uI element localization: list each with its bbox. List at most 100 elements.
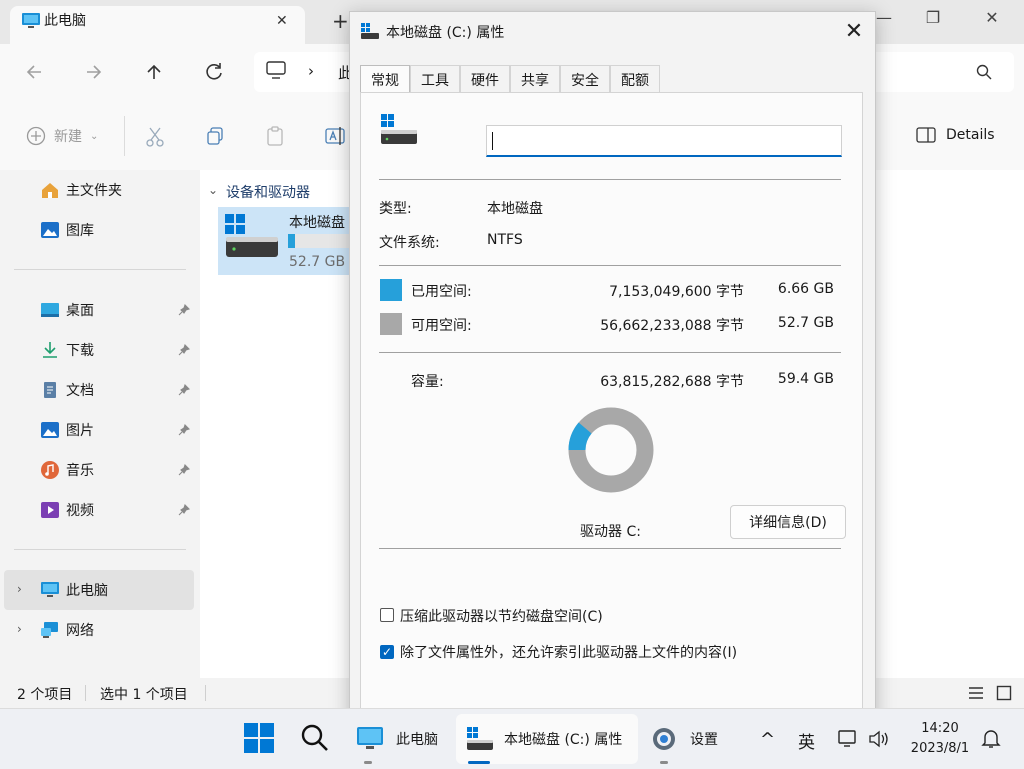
dialog-title: 本地磁盘 (C:) 属性 [386, 25, 505, 41]
tab-tools[interactable]: 工具 [410, 65, 460, 93]
details-pane-button[interactable]: Details [916, 126, 995, 144]
active-indicator [468, 761, 490, 764]
capacity-label: 容量: [411, 374, 444, 390]
taskbar-item-properties[interactable]: 本地磁盘 (C:) 属性 [466, 719, 622, 759]
pin-icon[interactable] [178, 504, 190, 516]
tab-close-icon[interactable]: ✕ [276, 13, 288, 29]
network-status-icon[interactable] [838, 729, 860, 749]
tab-quota[interactable]: 配额 [610, 65, 660, 93]
cut-icon[interactable] [145, 126, 165, 148]
used-space-label: 已用空间: [411, 284, 472, 300]
nav-item-this-pc[interactable]: 此电脑 [40, 578, 108, 602]
donut-free-segment [568, 407, 654, 493]
capacity-gb: 59.4 GB [777, 371, 834, 387]
nav-label-network: 网络 [66, 623, 94, 639]
search-icon[interactable] [976, 64, 992, 80]
rename-icon[interactable] [325, 125, 347, 147]
taskbar-item-this-pc[interactable]: 此电脑 [356, 719, 438, 759]
drive-small-icon [360, 22, 380, 40]
new-button[interactable]: 新建 ⌄ [26, 126, 98, 146]
pin-icon[interactable] [178, 424, 190, 436]
disk-details-button[interactable]: 详细信息(D) [730, 505, 846, 539]
nav-item-music[interactable]: 音乐 [40, 458, 94, 482]
pin-icon[interactable] [178, 304, 190, 316]
tab-general[interactable]: 常规 [360, 65, 410, 94]
nav-item-home[interactable]: 主文件夹 [40, 178, 122, 202]
taskbar-label-this-pc: 此电脑 [396, 732, 438, 748]
dialog-close-button[interactable]: ✕ [839, 18, 869, 48]
properties-dialog: 本地磁盘 (C:) 属性 ✕ 常规 工具 硬件 共享 安全 配额 类型: 本地磁… [349, 11, 876, 734]
taskbar: 此电脑 本地磁盘 (C:) 属性 设置 ^ 英 14:20 2023/8/1 [0, 708, 1024, 769]
start-button[interactable] [244, 723, 274, 753]
notification-bell-icon[interactable] [980, 727, 1002, 749]
tiles-view-icon[interactable] [996, 685, 1012, 701]
divider [379, 265, 841, 266]
nav-label-documents: 文档 [66, 383, 94, 399]
filesystem-value: NTFS [487, 232, 523, 248]
tab-security[interactable]: 安全 [560, 65, 610, 93]
new-tab-button[interactable]: + [332, 9, 349, 33]
divider [379, 352, 841, 353]
used-space-bytes: 7,153,049,600 字节 [609, 284, 744, 300]
nav-item-downloads[interactable]: 下载 [40, 338, 94, 362]
home-icon [42, 183, 58, 198]
tab-sharing[interactable]: 共享 [510, 65, 560, 93]
up-arrow-icon[interactable] [140, 58, 168, 86]
pin-icon[interactable] [178, 384, 190, 396]
nav-label-downloads: 下载 [66, 343, 94, 359]
pin-icon[interactable] [178, 464, 190, 476]
nav-item-videos[interactable]: 视频 [40, 498, 94, 522]
system-clock[interactable]: 14:20 2023/8/1 [900, 719, 980, 759]
expand-chevron-icon[interactable]: › [17, 582, 22, 596]
taskbar-item-settings[interactable]: 设置 [650, 719, 718, 759]
ime-indicator[interactable]: 英 [798, 728, 815, 753]
volume-name-input[interactable] [486, 125, 842, 157]
details-pane-icon [916, 127, 936, 143]
volume-icon[interactable] [868, 729, 890, 749]
compress-checkbox[interactable] [380, 608, 394, 622]
tab-title: 此电脑 [44, 13, 86, 29]
expand-chevron-icon[interactable]: › [17, 622, 22, 636]
drive-free-space: 52.7 GB [289, 254, 346, 270]
nav-label-gallery: 图库 [66, 223, 94, 239]
free-space-label: 可用空间: [411, 318, 472, 334]
index-checkbox[interactable]: ✓ [380, 645, 394, 659]
copy-icon[interactable] [205, 126, 225, 146]
nav-item-desktop[interactable]: 桌面 [40, 298, 94, 322]
pin-icon[interactable] [178, 344, 190, 356]
forward-arrow-icon[interactable] [80, 58, 108, 86]
collapse-chevron-icon[interactable]: ⌄ [208, 183, 218, 197]
tab-hardware[interactable]: 硬件 [460, 65, 510, 93]
monitor-icon [41, 582, 59, 597]
network-icon [41, 622, 58, 638]
running-indicator [660, 761, 668, 764]
refresh-icon[interactable] [200, 58, 228, 86]
taskbar-label-properties: 本地磁盘 (C:) 属性 [504, 732, 623, 748]
section-header-devices[interactable]: 设备和驱动器 [226, 182, 310, 202]
taskbar-label-settings: 设置 [690, 732, 718, 748]
back-arrow-icon[interactable] [20, 58, 48, 86]
chevron-up-icon[interactable]: ^ [760, 729, 775, 750]
divider [205, 685, 206, 701]
details-button-label: Details [946, 127, 995, 143]
paste-icon[interactable] [265, 125, 285, 147]
nav-item-pictures[interactable]: 图片 [40, 418, 94, 442]
index-label[interactable]: 除了文件属性外，还允许索引此驱动器上文件的内容(I) [400, 642, 737, 662]
search-icon [301, 724, 328, 751]
gear-icon [653, 728, 675, 750]
divider [14, 269, 186, 270]
compress-label[interactable]: 压缩此驱动器以节约磁盘空间(C) [400, 606, 603, 626]
free-space-gb: 52.7 GB [777, 315, 834, 331]
running-indicator [364, 761, 372, 764]
close-window-button[interactable]: ✕ [972, 8, 1012, 30]
nav-item-gallery[interactable]: 图库 [40, 218, 94, 242]
free-space-swatch [380, 313, 402, 335]
details-view-icon[interactable] [968, 686, 984, 700]
drive-icon [380, 113, 420, 147]
restore-button[interactable]: ❐ [913, 8, 953, 30]
nav-item-documents[interactable]: 文档 [40, 378, 94, 402]
nav-item-network[interactable]: 网络 [40, 618, 94, 642]
breadcrumb-chevron-icon: › [308, 62, 314, 80]
search-button[interactable] [300, 723, 330, 753]
download-icon [43, 342, 57, 358]
